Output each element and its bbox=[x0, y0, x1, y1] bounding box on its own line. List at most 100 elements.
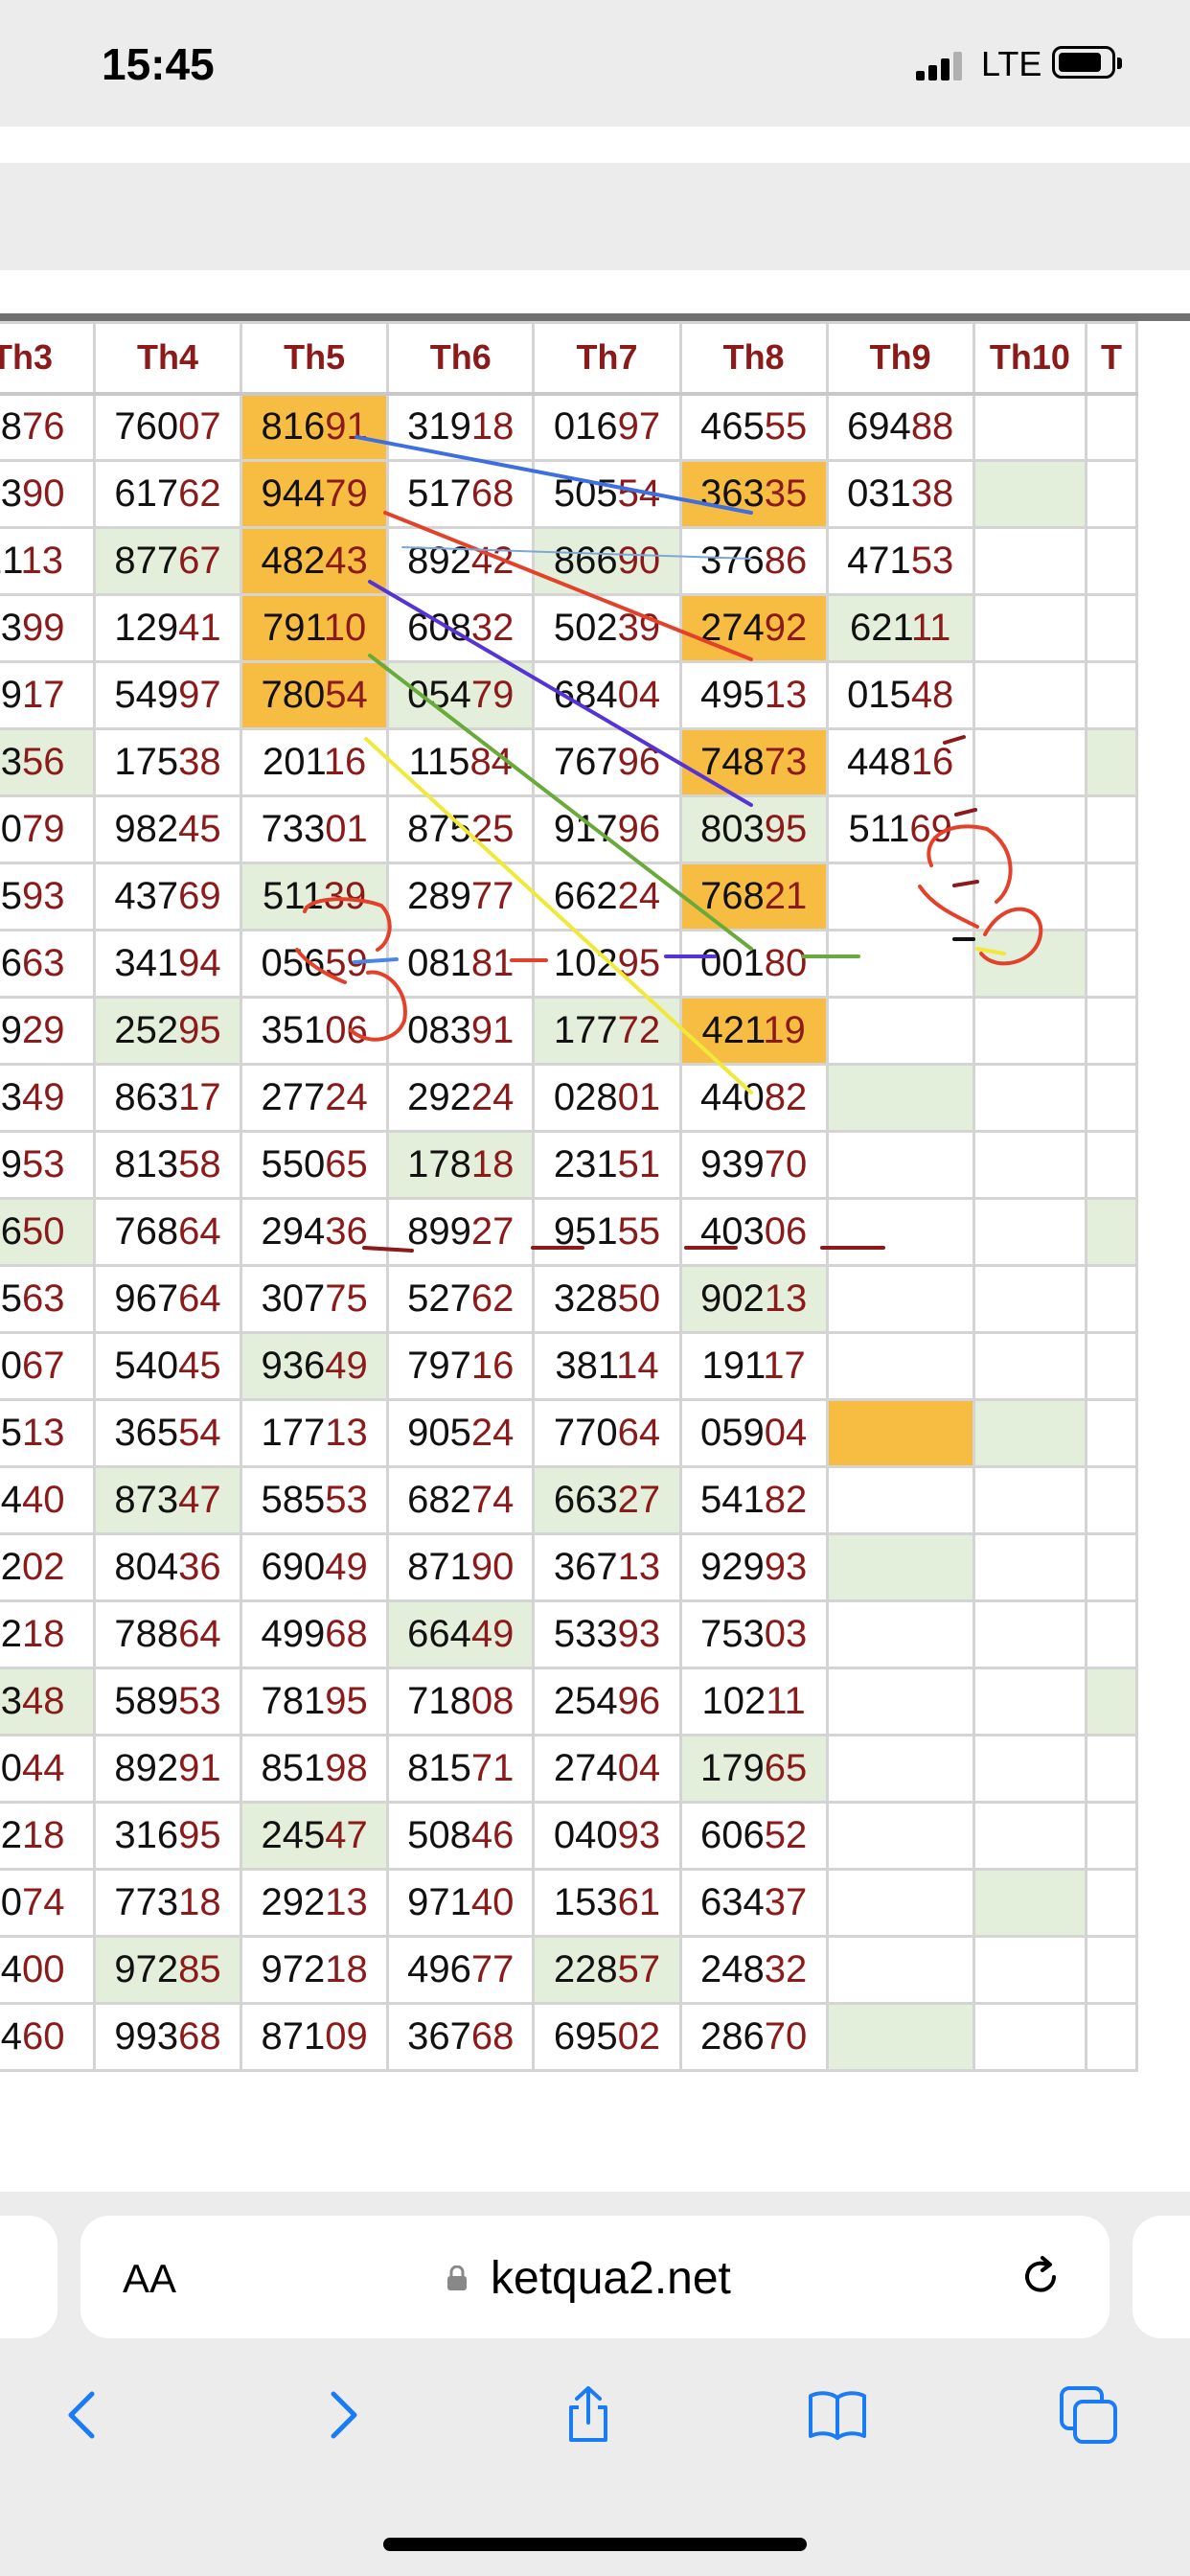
result-tail: 79 bbox=[325, 472, 368, 515]
share-icon[interactable] bbox=[558, 2384, 619, 2446]
result-cell bbox=[972, 794, 1088, 864]
result-prefix: 248 bbox=[699, 1948, 765, 1990]
result-cell: 89927 bbox=[386, 1197, 536, 1267]
result-prefix: 502 bbox=[553, 607, 618, 649]
table-row: 10675404593649797163811419117 bbox=[0, 1331, 1138, 1401]
result-prefix: 381 bbox=[555, 1345, 617, 1387]
result-cell: 28670 bbox=[678, 2002, 829, 2072]
result-cell bbox=[825, 1398, 975, 1468]
tabs-icon[interactable] bbox=[1058, 2384, 1119, 2446]
status-bar: 15:45 LTE bbox=[0, 0, 1190, 126]
text-size-button[interactable]: AA bbox=[123, 2256, 176, 2302]
result-tail: 64 bbox=[178, 1210, 221, 1253]
result-cell bbox=[972, 459, 1088, 529]
result-prefix: 866 bbox=[553, 540, 618, 582]
book-icon[interactable] bbox=[807, 2384, 868, 2446]
result-tail: 69 bbox=[909, 808, 952, 850]
result-cell: 32850 bbox=[532, 1264, 682, 1334]
result-cell bbox=[825, 1801, 975, 1871]
table-row: 66507686429436899279515540306 bbox=[0, 1197, 1138, 1267]
result-tail: 93 bbox=[617, 1814, 661, 1856]
result-tail: 21 bbox=[764, 875, 808, 917]
result-prefix: 936 bbox=[261, 1345, 326, 1387]
chevron-left-icon[interactable] bbox=[54, 2384, 115, 2446]
result-cell: 10295 bbox=[532, 929, 682, 999]
result-prefix: 66 bbox=[0, 1210, 22, 1253]
result-cell: 48243 bbox=[240, 526, 390, 596]
result-tail: 47 bbox=[325, 1814, 368, 1856]
result-prefix: 177 bbox=[261, 1412, 326, 1454]
result-prefix: 634 bbox=[699, 1881, 765, 1923]
result-cell bbox=[1085, 929, 1138, 999]
result-tail: 64 bbox=[178, 1613, 221, 1655]
result-cell: 15361 bbox=[532, 1868, 682, 1938]
result-cell: 54182 bbox=[678, 1465, 829, 1535]
result-cell: 17965 bbox=[678, 1734, 829, 1804]
result-cell: 77064 bbox=[532, 1398, 682, 1468]
result-prefix: 175 bbox=[114, 741, 179, 783]
result-tail: 03 bbox=[764, 1613, 808, 1655]
result-tail: 84 bbox=[469, 741, 513, 783]
result-cell bbox=[972, 1197, 1088, 1267]
result-prefix: 511 bbox=[262, 875, 324, 917]
result-cell: 8356 bbox=[0, 727, 96, 797]
result-prefix: 589 bbox=[114, 1680, 179, 1722]
result-cell: 49968 bbox=[240, 1599, 390, 1669]
result-cell: 49677 bbox=[386, 1935, 536, 2005]
result-cell: 8460 bbox=[0, 2002, 96, 2072]
results-table-container[interactable]: Th3Th4Th5Th6Th7Th8Th9Th10T 4876760078169… bbox=[0, 321, 1190, 2192]
result-tail: 24 bbox=[325, 1076, 368, 1118]
result-cell: 76821 bbox=[678, 862, 829, 932]
result-tail: 95 bbox=[178, 1009, 221, 1051]
table-row: 86633419405659081811029500180 bbox=[0, 929, 1138, 999]
table-header-row: Th3 Th4 Th5 Th6 Th7 Th8 Th9 Th10 T bbox=[0, 321, 1138, 396]
result-tail: 95 bbox=[617, 942, 661, 984]
url-domain[interactable]: ketqua2.net bbox=[491, 2252, 731, 2305]
result-tail: 13 bbox=[617, 1546, 661, 1588]
result-cell bbox=[1085, 459, 1138, 529]
result-prefix: 863 bbox=[114, 1076, 179, 1118]
result-cell: 75303 bbox=[678, 1599, 829, 1669]
result-cell: 78054 bbox=[240, 660, 390, 730]
table-row: 9390617629447951768505543633503138 bbox=[0, 459, 1138, 529]
column-header: Th7 bbox=[532, 321, 682, 396]
result-cell: 35106 bbox=[240, 996, 390, 1066]
next-tab-card[interactable] bbox=[1133, 2216, 1190, 2338]
result-prefix: 533 bbox=[553, 1613, 618, 1655]
column-header: Th10 bbox=[972, 321, 1088, 396]
reload-icon[interactable] bbox=[1018, 2254, 1064, 2300]
result-cell: 36768 bbox=[386, 2002, 536, 2072]
result-cell: 47153 bbox=[825, 526, 975, 596]
result-cell bbox=[1085, 1734, 1138, 1804]
result-cell: 17538 bbox=[92, 727, 243, 797]
result-tail: 53 bbox=[910, 540, 954, 582]
result-prefix: 201 bbox=[262, 741, 324, 783]
result-tail: 75 bbox=[325, 1277, 368, 1320]
result-prefix: 289 bbox=[407, 875, 471, 917]
result-prefix: 84 bbox=[0, 2015, 22, 2058]
result-tail: 67 bbox=[178, 540, 221, 582]
result-cell: 0202 bbox=[0, 1532, 96, 1602]
result-tail: 67 bbox=[21, 1345, 65, 1387]
result-prefix: 540 bbox=[114, 1345, 179, 1387]
result-cell: 01548 bbox=[825, 660, 975, 730]
result-tail: 52 bbox=[764, 1814, 808, 1856]
result-cell: 76864 bbox=[92, 1197, 243, 1267]
result-cell: 37686 bbox=[678, 526, 829, 596]
result-tail: 70 bbox=[764, 1143, 808, 1185]
result-prefix: 804 bbox=[114, 1546, 179, 1588]
result-prefix: 791 bbox=[262, 607, 324, 649]
result-cell: 29436 bbox=[240, 1197, 390, 1267]
result-cell bbox=[1085, 1465, 1138, 1535]
result-cell: 52762 bbox=[386, 1264, 536, 1334]
previous-tab-card[interactable] bbox=[0, 2216, 57, 2338]
result-prefix: 496 bbox=[407, 1948, 471, 1990]
result-cell: 4876 bbox=[0, 392, 96, 462]
result-cell: 93649 bbox=[240, 1331, 390, 1401]
result-cell: 76007 bbox=[92, 392, 243, 462]
result-prefix: 695 bbox=[553, 2015, 618, 2058]
result-tail: 54 bbox=[325, 674, 368, 716]
chevron-right-icon[interactable] bbox=[310, 2384, 372, 2446]
result-cell: 66224 bbox=[532, 862, 682, 932]
result-tail: 14 bbox=[616, 1345, 659, 1387]
